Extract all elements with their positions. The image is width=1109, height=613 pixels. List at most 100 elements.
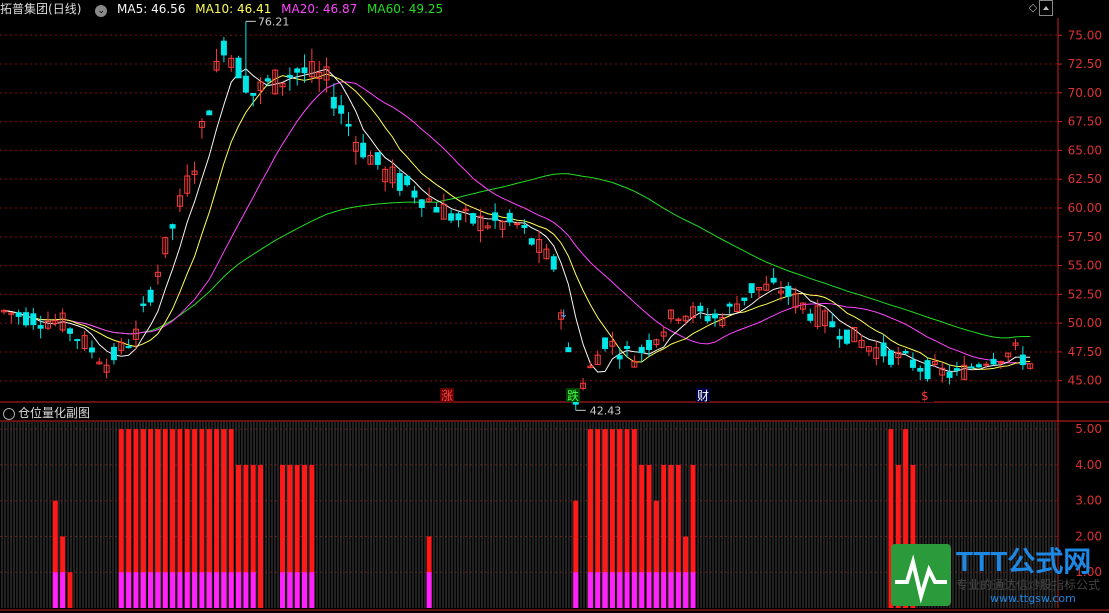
watermark-brand: TTT公式网 bbox=[956, 546, 1092, 577]
position-bar-base bbox=[199, 572, 205, 608]
watermark-logo-icon bbox=[891, 544, 951, 606]
y-tick-label: 62.50 bbox=[1068, 172, 1102, 186]
position-bar-base bbox=[653, 572, 659, 608]
position-bar-base bbox=[60, 572, 66, 608]
candle-body bbox=[712, 313, 719, 319]
candle-body bbox=[433, 206, 440, 213]
candle-body bbox=[924, 360, 931, 380]
candle-body bbox=[88, 347, 95, 353]
position-bar-base bbox=[631, 572, 637, 608]
period-label: (日线) bbox=[48, 2, 82, 16]
candle-body bbox=[975, 364, 982, 368]
candle-body bbox=[953, 368, 960, 371]
watermark-slogan: 专业的通达信炒股指标公式 bbox=[956, 578, 1101, 592]
position-bar-base bbox=[609, 572, 615, 608]
position-bar-base bbox=[52, 572, 58, 608]
candle-body bbox=[528, 238, 535, 245]
dollar-marker: $ bbox=[921, 389, 929, 403]
gear-icon[interactable] bbox=[3, 407, 15, 420]
position-bar-base bbox=[243, 572, 249, 608]
position-bar-base bbox=[221, 572, 227, 608]
candle-body bbox=[242, 75, 249, 93]
position-bar-base bbox=[302, 572, 308, 608]
candle-body bbox=[917, 367, 924, 372]
candle-body bbox=[345, 123, 352, 127]
position-bar-base bbox=[133, 572, 139, 608]
y-tick-label: 60.00 bbox=[1068, 201, 1102, 215]
candle-body bbox=[726, 303, 733, 307]
candle-body bbox=[887, 350, 894, 365]
position-bar-base bbox=[214, 572, 220, 608]
diamond-icon[interactable]: ◇ bbox=[1027, 2, 1039, 14]
candle-body bbox=[843, 329, 850, 344]
stock-name[interactable]: 拓普集团 bbox=[0, 2, 48, 16]
candle-body bbox=[946, 371, 953, 378]
candle-body bbox=[741, 297, 748, 301]
candle-body bbox=[330, 96, 337, 109]
position-bar-base bbox=[573, 572, 579, 608]
candle-body bbox=[638, 346, 645, 354]
settings-icon[interactable]: ⌄ bbox=[95, 5, 108, 17]
candle-body bbox=[169, 224, 176, 229]
candle-body bbox=[880, 342, 887, 357]
position-bar-base bbox=[126, 572, 132, 608]
y-tick-label: 45.00 bbox=[1068, 374, 1102, 388]
y-tick-label: 47.50 bbox=[1068, 345, 1102, 359]
scroll-up-button[interactable] bbox=[1039, 0, 1053, 16]
candle-body bbox=[697, 305, 704, 312]
candle-body bbox=[506, 212, 513, 223]
candle-body bbox=[338, 105, 345, 114]
position-bar-base bbox=[140, 572, 146, 608]
candle-body bbox=[66, 328, 73, 334]
candle-body bbox=[411, 190, 418, 198]
candle-body bbox=[968, 366, 975, 369]
position-bar-base bbox=[624, 572, 630, 608]
candle-body bbox=[550, 256, 557, 270]
stock-chart[interactable]: 75.00 72.50 70.00 67.50 65.00 62.50 60.00 57.50… bbox=[0, 0, 1109, 613]
position-bar-base bbox=[426, 572, 432, 608]
y-tick-label: 55.00 bbox=[1068, 259, 1102, 273]
sub-y-tick-label: 4.00 bbox=[1075, 458, 1102, 472]
sub-y-tick-label: 3.00 bbox=[1075, 494, 1102, 508]
watermark-url: www.ttgsw.com bbox=[990, 592, 1076, 605]
candle-body bbox=[264, 78, 271, 82]
y-tick-label: 72.50 bbox=[1068, 57, 1102, 71]
candle-body bbox=[470, 213, 477, 224]
candle-body bbox=[492, 212, 499, 221]
die-marker: 跌 bbox=[567, 388, 579, 403]
candle-body bbox=[909, 359, 916, 368]
candle-body bbox=[1019, 354, 1026, 366]
position-bar-base bbox=[236, 572, 242, 608]
position-bar-base bbox=[155, 572, 161, 608]
candle-body bbox=[301, 67, 308, 74]
ma60-label: MA60: 49.25 bbox=[367, 2, 444, 16]
position-bar bbox=[258, 464, 264, 608]
position-bar-base bbox=[690, 572, 696, 608]
candle-body bbox=[748, 283, 755, 294]
y-tick-label: 50.00 bbox=[1068, 316, 1102, 330]
chart-header: 拓普集团(日线) ⌄ MA5: 46.56 MA10: 46.41 MA20: … bbox=[0, 0, 449, 18]
position-bar-base bbox=[287, 572, 293, 608]
candle-body bbox=[15, 312, 22, 317]
candle-body bbox=[829, 321, 836, 328]
position-bar-base bbox=[250, 572, 256, 608]
candle-body bbox=[448, 213, 455, 221]
candle-body bbox=[286, 74, 293, 78]
candle-body bbox=[250, 92, 257, 96]
position-bar-base bbox=[206, 572, 212, 608]
position-bar-base bbox=[280, 572, 286, 608]
candle-body bbox=[396, 173, 403, 191]
y-tick-label: 70.00 bbox=[1068, 86, 1102, 100]
low-price-label: 42.43 bbox=[590, 404, 622, 417]
ma5-label: MA5: 46.56 bbox=[117, 2, 186, 16]
position-bar-base bbox=[587, 572, 593, 608]
candle-body bbox=[521, 225, 528, 229]
position-bar-base bbox=[602, 572, 608, 608]
position-bar-base bbox=[294, 572, 300, 608]
candle-body bbox=[147, 289, 154, 303]
candle-body bbox=[704, 315, 711, 322]
position-bar-base bbox=[309, 572, 315, 608]
ma20-label: MA20: 46.87 bbox=[281, 2, 358, 16]
candle-body bbox=[360, 142, 367, 158]
candle-body bbox=[902, 351, 909, 354]
